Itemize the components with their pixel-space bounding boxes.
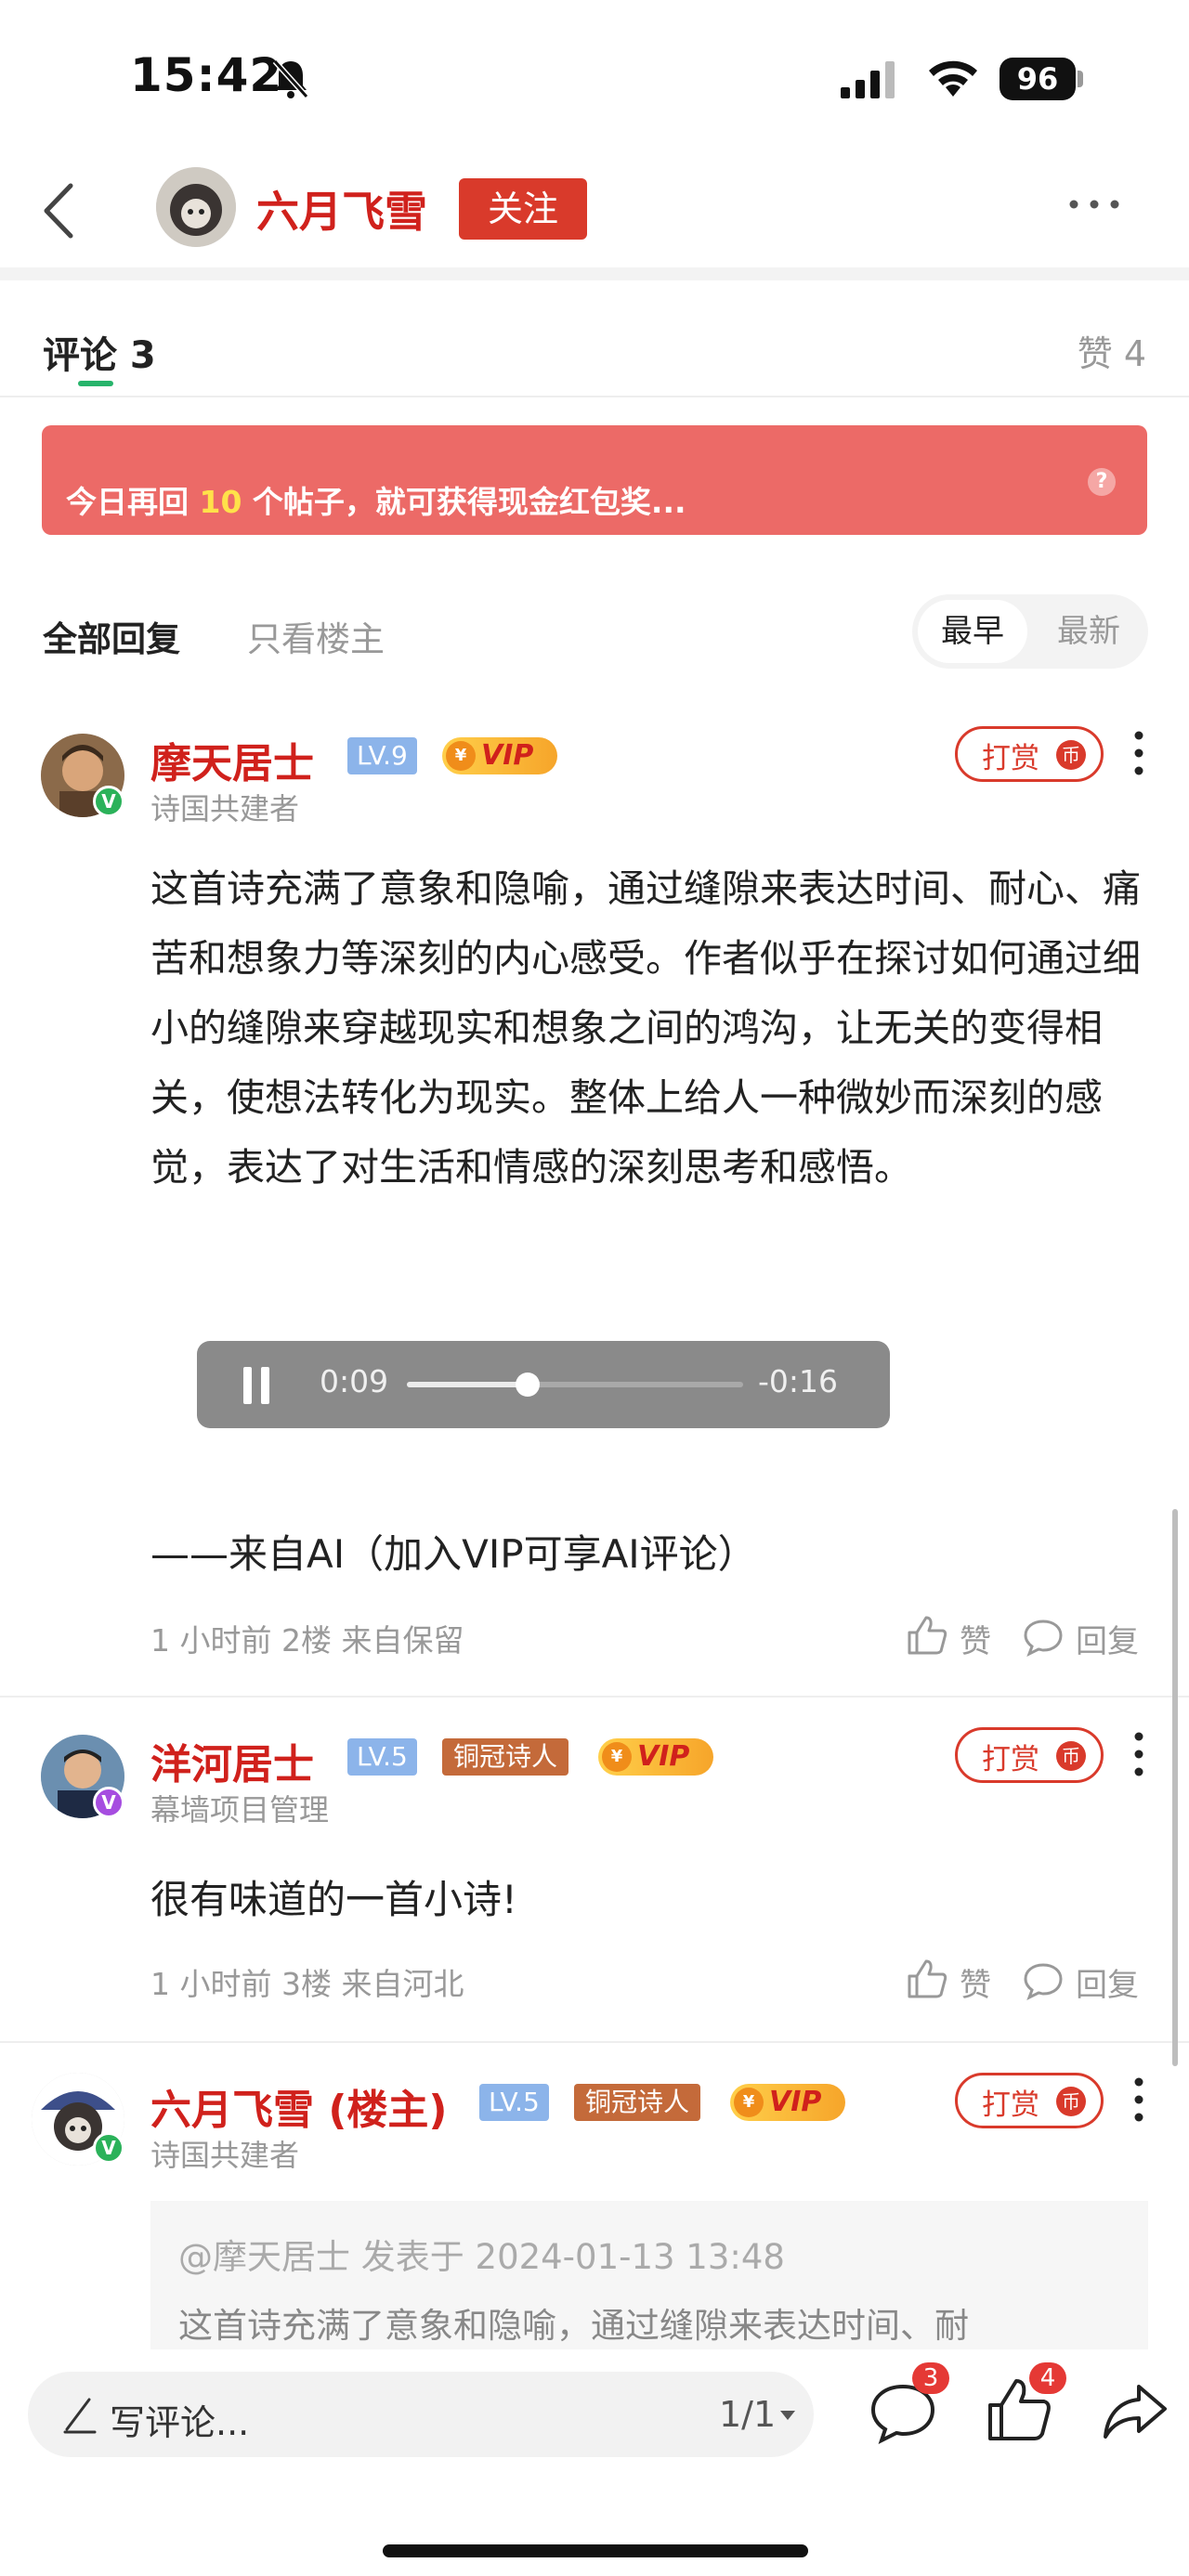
comment-body: 很有味道的一首小诗! [150,1877,517,1922]
bell-muted-icon [272,59,309,99]
commenter-title: 诗国共建者 [150,791,300,826]
speech-bubble-icon [1024,1963,1063,2000]
page-indicator[interactable]: 1/1 [719,2394,776,2435]
filter-owner-only[interactable]: 只看楼主 [247,611,385,661]
thumbs-up-icon [908,1959,947,1998]
vip-coin-icon: ¥ [734,2088,764,2117]
vip-coin-icon: ¥ [446,741,476,771]
comment-count-badge: 3 [912,2362,949,2394]
comment-more-icon[interactable] [1130,2075,1148,2125]
active-tab-indicator [78,381,113,386]
comment-meta: 1 小时前 2楼 来自保留 [150,1622,464,1659]
sort-earliest[interactable]: 最早 [918,600,1027,663]
comment-tabs: 评论 3 赞 4 [0,280,1189,397]
verified-badge-icon: V [93,1787,124,1818]
commenter-title: 诗国共建者 [150,2138,300,2173]
comment-body: 这首诗充满了意象和隐喻，通过缝隙来表达时间、耐心、痛苦和想象力等深刻的内心感受。… [150,866,1141,1190]
scrollbar[interactable] [1172,1509,1178,2066]
commenter-name[interactable]: 六月飞雪 (楼主) [150,2076,448,2136]
comment-item: V 洋河居士 LV.5 铜冠诗人 ¥ VIP 幕墙项目管理 打赏 币 很有味道的一… [0,1725,1189,2041]
tab-likes[interactable]: 赞 4 [1078,325,1146,376]
pause-icon[interactable] [242,1367,271,1404]
tip-button[interactable]: 打赏 币 [955,2073,1104,2128]
audio-progress-track[interactable] [407,1373,743,1397]
comment-divider [0,1696,1189,1698]
pen-icon [63,2398,97,2434]
write-comment-placeholder: 写评论... [110,2402,250,2443]
rank-title-badge: 铜冠诗人 [442,1738,569,1776]
help-icon[interactable]: ? [1088,468,1116,496]
share-icon[interactable] [1102,2381,1169,2440]
like-count-badge: 4 [1029,2362,1066,2394]
level-badge: LV.5 [347,1738,417,1776]
commenter-title: 幕墙项目管理 [150,1792,330,1828]
level-badge: LV.5 [479,2084,549,2121]
reward-banner[interactable]: 今日再回 10 个帖子，就可获得现金红包奖... ? [42,425,1147,535]
banner-highlight-count: 10 [199,484,242,520]
reply-filter-row: 全部回复 只看楼主 最早 最新 [0,594,1189,669]
home-indicator[interactable] [383,2544,808,2557]
verified-badge-icon: V [93,2132,124,2164]
audio-remaining-time: -0:16 [758,1363,839,1399]
vip-badge: ¥ VIP [442,737,557,774]
banner-text: 今日再回 10 个帖子，就可获得现金红包奖... [66,484,686,520]
bottom-action-bar: 写评论... 1/1 3 4 [0,2349,1189,2576]
battery-level: 96 [1000,58,1076,100]
quoted-reply[interactable]: @摩天居士 发表于 2024-01-13 13:48 这首诗充满了意象和隐喻，通… [150,2201,1148,2349]
ai-comment-note: ——来自AI（加入VIP可享AI评论） [150,1531,757,1577]
level-badge: LV.9 [347,737,417,774]
comment-more-icon[interactable] [1130,728,1148,778]
audio-scrubber-handle[interactable] [516,1373,541,1397]
top-nav-bar: 六月飞雪 关注 [0,158,1189,269]
audio-current-time: 0:09 [320,1363,389,1399]
coin-icon: 币 [1056,740,1086,770]
sort-newest[interactable]: 最新 [1037,600,1141,663]
wifi-icon [929,60,977,97]
back-arrow-icon[interactable] [37,178,84,243]
rank-title-badge: 铜冠诗人 [574,2084,701,2121]
audio-player: 0:09 -0:16 [197,1341,890,1428]
vip-badge: ¥ VIP [730,2084,845,2121]
quote-header: @摩天居士 发表于 2024-01-13 13:48 [178,2237,785,2277]
tab-comments[interactable]: 评论 3 [43,325,156,379]
status-time: 15:42 [130,48,283,102]
follow-button[interactable]: 关注 [459,178,587,240]
author-avatar[interactable] [156,167,236,247]
author-name[interactable]: 六月飞雪 [256,178,427,240]
vip-coin-icon: ¥ [602,1742,632,1772]
more-options-icon[interactable] [1066,195,1122,214]
commenter-name[interactable]: 洋河居士 [150,1731,314,1790]
sort-toggle: 最早 最新 [912,594,1148,669]
verified-badge-icon: V [93,786,124,817]
speech-bubble-icon [1024,1620,1063,1657]
section-divider [0,267,1189,280]
filter-all-replies[interactable]: 全部回复 [43,611,180,661]
coin-icon: 币 [1056,2087,1086,2116]
quote-text: 这首诗充满了意象和隐喻，通过缝隙来表达时间、耐 [178,2306,969,2346]
audio-progress-fill [407,1382,529,1387]
comment-divider [0,2041,1189,2043]
vip-badge: ¥ VIP [598,1738,713,1776]
chevron-down-icon[interactable] [778,2409,797,2422]
thumbs-up-icon [908,1616,947,1655]
status-bar: 15:42 96 [0,0,1189,158]
comment-more-icon[interactable] [1130,1729,1148,1779]
write-comment-input[interactable]: 写评论... 1/1 [28,2372,814,2457]
battery-icon: 96 [1000,58,1083,100]
tip-button[interactable]: 打赏 币 [955,726,1104,782]
coin-icon: 币 [1056,1741,1086,1771]
cellular-signal-icon [841,61,895,98]
commenter-name[interactable]: 摩天居士 [150,730,314,789]
comment-meta: 1 小时前 3楼 来自河北 [150,1966,464,2002]
tip-button[interactable]: 打赏 币 [955,1727,1104,1783]
